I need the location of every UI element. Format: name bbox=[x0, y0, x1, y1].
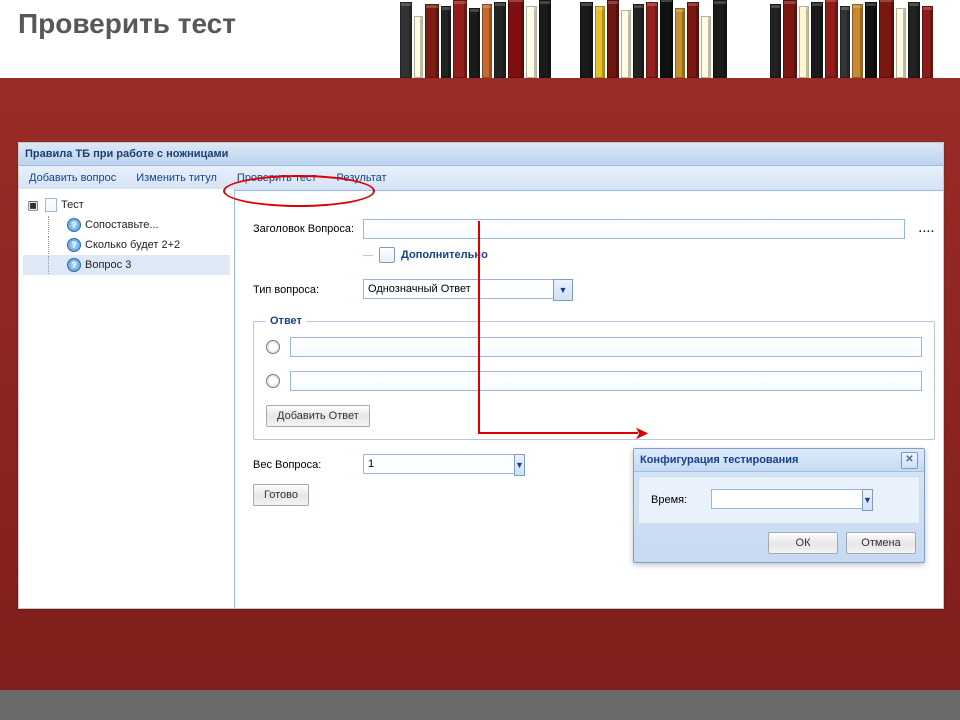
extra-checkbox[interactable] bbox=[379, 247, 395, 263]
tree-root[interactable]: ▣ Тест bbox=[23, 195, 230, 215]
question-title-input[interactable] bbox=[363, 219, 905, 239]
tree-item[interactable]: ? Вопрос 3 bbox=[23, 255, 230, 275]
question-icon: ? bbox=[67, 258, 81, 272]
header-photo bbox=[400, 0, 960, 78]
more-button[interactable]: .... bbox=[905, 223, 935, 235]
slide-body: Правила ТБ при работе с ножницами Добави… bbox=[0, 78, 960, 720]
done-button[interactable]: Готово bbox=[253, 484, 309, 506]
tree-root-label: Тест bbox=[61, 199, 84, 211]
question-icon: ? bbox=[67, 218, 81, 232]
tree-item-label: Вопрос 3 bbox=[85, 259, 131, 271]
app-window: Правила ТБ при работе с ножницами Добави… bbox=[18, 142, 944, 609]
answer-option bbox=[266, 371, 922, 391]
toolbar: Добавить вопрос Изменить титул Проверить… bbox=[19, 166, 943, 191]
dialog-header[interactable]: Конфигурация тестирования ✕ bbox=[634, 449, 924, 472]
answer-fieldset: Ответ Добавить Ответ bbox=[253, 315, 935, 440]
collapse-icon[interactable]: ▣ bbox=[25, 197, 41, 213]
toolbar-add-question[interactable]: Добавить вопрос bbox=[19, 166, 126, 190]
close-icon[interactable]: ✕ bbox=[901, 452, 918, 469]
question-type-label: Тип вопроса: bbox=[253, 284, 363, 296]
add-answer-button[interactable]: Добавить Ответ bbox=[266, 405, 370, 427]
dialog-cancel-button[interactable]: Отмена bbox=[846, 532, 916, 554]
toolbar-edit-title[interactable]: Изменить титул bbox=[126, 166, 227, 190]
answer-input[interactable] bbox=[290, 371, 922, 391]
answer-legend: Ответ bbox=[266, 315, 306, 327]
test-icon bbox=[45, 198, 57, 212]
slide-header: Проверить тест bbox=[0, 0, 960, 78]
window-title-bar: Правила ТБ при работе с ножницами bbox=[19, 143, 943, 166]
answer-option bbox=[266, 337, 922, 357]
tree-item-label: Сколько будет 2+2 bbox=[85, 239, 180, 251]
weight-spinner[interactable]: ▼ bbox=[363, 454, 463, 476]
question-tree: ▣ Тест ? Сопоставьте... ? Сколько будет … bbox=[19, 189, 235, 608]
chevron-down-icon[interactable]: ▼ bbox=[862, 489, 873, 511]
answer-radio[interactable] bbox=[266, 374, 280, 388]
dialog-ok-button[interactable]: ОК bbox=[768, 532, 838, 554]
time-combo[interactable]: ▼ bbox=[711, 489, 801, 511]
tree-item[interactable]: ? Сколько будет 2+2 bbox=[23, 235, 230, 255]
window-title: Правила ТБ при работе с ножницами bbox=[25, 148, 228, 160]
question-type-value[interactable] bbox=[363, 279, 553, 299]
toolbar-check-test[interactable]: Проверить тест bbox=[227, 166, 327, 190]
dialog-title: Конфигурация тестирования bbox=[640, 454, 798, 466]
answer-radio[interactable] bbox=[266, 340, 280, 354]
toolbar-result[interactable]: Результат bbox=[327, 166, 397, 190]
time-input[interactable] bbox=[711, 489, 862, 509]
slide-footer bbox=[0, 690, 960, 720]
tree-item-label: Сопоставьте... bbox=[85, 219, 159, 231]
test-config-dialog: Конфигурация тестирования ✕ Время: ▼ ОК … bbox=[633, 448, 925, 563]
weight-input[interactable] bbox=[363, 454, 514, 474]
weight-label: Вес Вопроса: bbox=[253, 459, 363, 471]
chevron-down-icon[interactable]: ▼ bbox=[553, 279, 573, 301]
question-icon: ? bbox=[67, 238, 81, 252]
answer-input[interactable] bbox=[290, 337, 922, 357]
question-title-label: Заголовок Вопроса: bbox=[253, 222, 363, 236]
question-type-combo[interactable]: ▼ bbox=[363, 279, 573, 301]
slide-title: Проверить тест bbox=[18, 8, 236, 40]
tree-item[interactable]: ? Сопоставьте... bbox=[23, 215, 230, 235]
time-label: Время: bbox=[651, 494, 711, 506]
extra-checkbox-label: Дополнительно bbox=[401, 249, 488, 261]
chevron-down-icon[interactable]: ▼ bbox=[514, 454, 525, 476]
